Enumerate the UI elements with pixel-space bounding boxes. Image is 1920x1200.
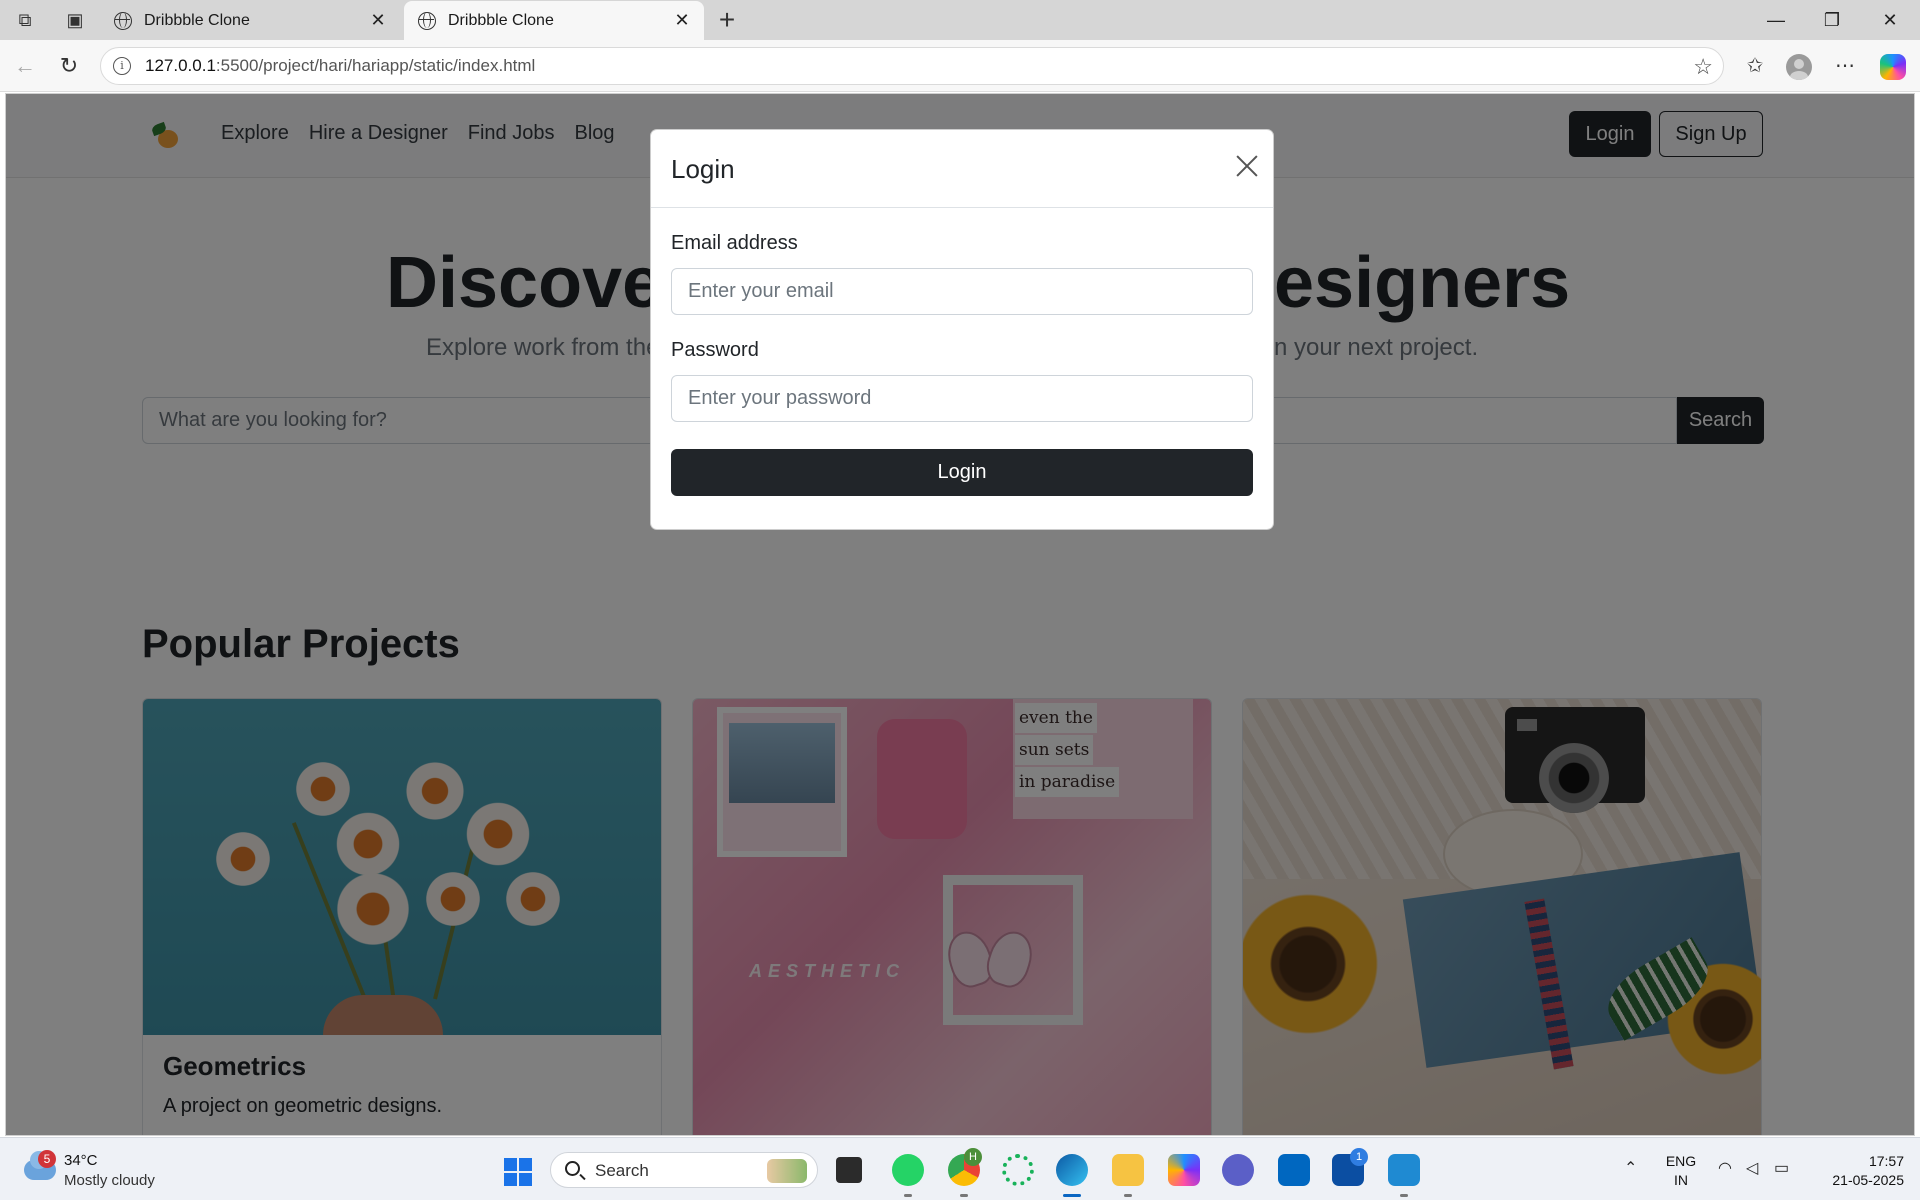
volume-icon[interactable]: ◁: [1746, 1158, 1758, 1178]
app-indicator: [960, 1194, 968, 1197]
back-icon[interactable]: ←: [10, 52, 40, 80]
app-l-badge: 1: [1350, 1148, 1368, 1166]
restore-icon[interactable]: ❐: [1812, 6, 1852, 34]
taskbar-search[interactable]: Search: [550, 1152, 818, 1188]
email-field[interactable]: Enter your email: [671, 268, 1253, 315]
login-submit-button[interactable]: Login: [671, 449, 1253, 496]
web-page: Explore Hire a Designer Find Jobs Blog L…: [5, 93, 1915, 1136]
minimize-icon[interactable]: —: [1756, 6, 1796, 34]
password-field[interactable]: Enter your password: [671, 375, 1253, 422]
clock-time: 17:57: [1868, 1153, 1904, 1169]
browser-tab-active[interactable]: Dribbble Clone ✕: [404, 1, 704, 40]
address-toolbar: ← ↻ i 127.0.0.1 :5500/project/hari/haria…: [0, 40, 1920, 92]
weather-badge: 5: [38, 1150, 56, 1168]
favorite-star-icon[interactable]: ☆: [1693, 54, 1713, 80]
circle-app-icon[interactable]: [1002, 1154, 1034, 1186]
file-explorer-icon[interactable]: [1112, 1154, 1144, 1186]
app-indicator: [1400, 1194, 1408, 1197]
address-bar[interactable]: i 127.0.0.1 :5500/project/hari/hariapp/s…: [100, 47, 1724, 85]
windows-start-icon[interactable]: [504, 1158, 532, 1186]
modal-title: Login: [671, 154, 735, 184]
email-label: Email address: [671, 232, 798, 254]
lang-line: ENG: [1665, 1153, 1697, 1169]
app-a-icon[interactable]: [1222, 1154, 1254, 1186]
weather-desc: Mostly cloudy: [64, 1172, 155, 1189]
win-logo-tile: [504, 1158, 517, 1171]
login-modal: Login Email address Enter your email Pas…: [650, 129, 1274, 530]
tab-title: Dribbble Clone: [144, 11, 250, 29]
globe-icon: [114, 11, 132, 30]
url-host: 127.0.0.1: [145, 56, 216, 75]
password-label: Password: [671, 339, 759, 361]
taskbar: 5 34°C Mostly cloudy Search H 1 ⌃ ENG IN…: [0, 1137, 1920, 1200]
new-tab-button[interactable]: +: [712, 4, 742, 36]
copilot-icon[interactable]: [1880, 54, 1906, 80]
win-logo-tile: [504, 1173, 517, 1186]
profile-icon[interactable]: [1786, 54, 1812, 80]
globe-icon: [418, 11, 436, 30]
copilot-app-icon[interactable]: [1168, 1154, 1200, 1186]
workspaces-icon[interactable]: ⧉: [12, 8, 38, 32]
ms-store-icon[interactable]: [1278, 1154, 1310, 1186]
search-highlight-icon: [767, 1159, 807, 1183]
tab-close-icon[interactable]: ✕: [672, 10, 692, 31]
lang-line: IN: [1674, 1172, 1688, 1188]
browser-tab-bar: ⧉ ▣ Dribbble Clone ✕ Dribbble Clone ✕ + …: [0, 0, 1920, 40]
info-icon[interactable]: i: [113, 57, 131, 75]
win-logo-tile: [519, 1173, 532, 1186]
more-icon[interactable]: ⋯: [1830, 52, 1860, 80]
search-icon: [565, 1161, 580, 1176]
wifi-icon[interactable]: ◠: [1718, 1158, 1732, 1178]
close-icon[interactable]: [1231, 150, 1263, 182]
url-path: :5500/project/hari/hariapp/static/index.…: [215, 56, 536, 75]
task-view-icon[interactable]: [836, 1157, 862, 1183]
tab-actions-icon[interactable]: ▣: [62, 8, 88, 32]
app-indicator: [1124, 1194, 1132, 1197]
close-icon[interactable]: ✕: [1870, 6, 1910, 34]
app-indicator-active: [1063, 1194, 1081, 1197]
whatsapp-icon[interactable]: [892, 1154, 924, 1186]
weather-temp: 34°C: [64, 1152, 98, 1169]
chrome-profile-badge: H: [964, 1148, 982, 1166]
clock[interactable]: 17:57 21-05-2025: [1810, 1152, 1904, 1190]
modal-header: Login: [651, 130, 1273, 208]
vscode-icon[interactable]: [1388, 1154, 1420, 1186]
refresh-icon[interactable]: ↻: [54, 52, 84, 80]
app-indicator: [904, 1194, 912, 1197]
browser-tab[interactable]: Dribbble Clone ✕: [100, 1, 400, 40]
edge-icon[interactable]: [1056, 1154, 1088, 1186]
tab-close-icon[interactable]: ✕: [368, 10, 388, 31]
win-logo-tile: [519, 1158, 532, 1171]
favorites-icon[interactable]: ✩: [1740, 52, 1770, 80]
battery-icon[interactable]: ▭: [1774, 1158, 1789, 1178]
taskbar-search-label: Search: [595, 1161, 649, 1180]
tab-title: Dribbble Clone: [448, 11, 554, 29]
language-indicator[interactable]: ENG IN: [1664, 1152, 1698, 1190]
clock-date: 21-05-2025: [1832, 1172, 1904, 1188]
chevron-up-icon[interactable]: ⌃: [1624, 1158, 1637, 1178]
